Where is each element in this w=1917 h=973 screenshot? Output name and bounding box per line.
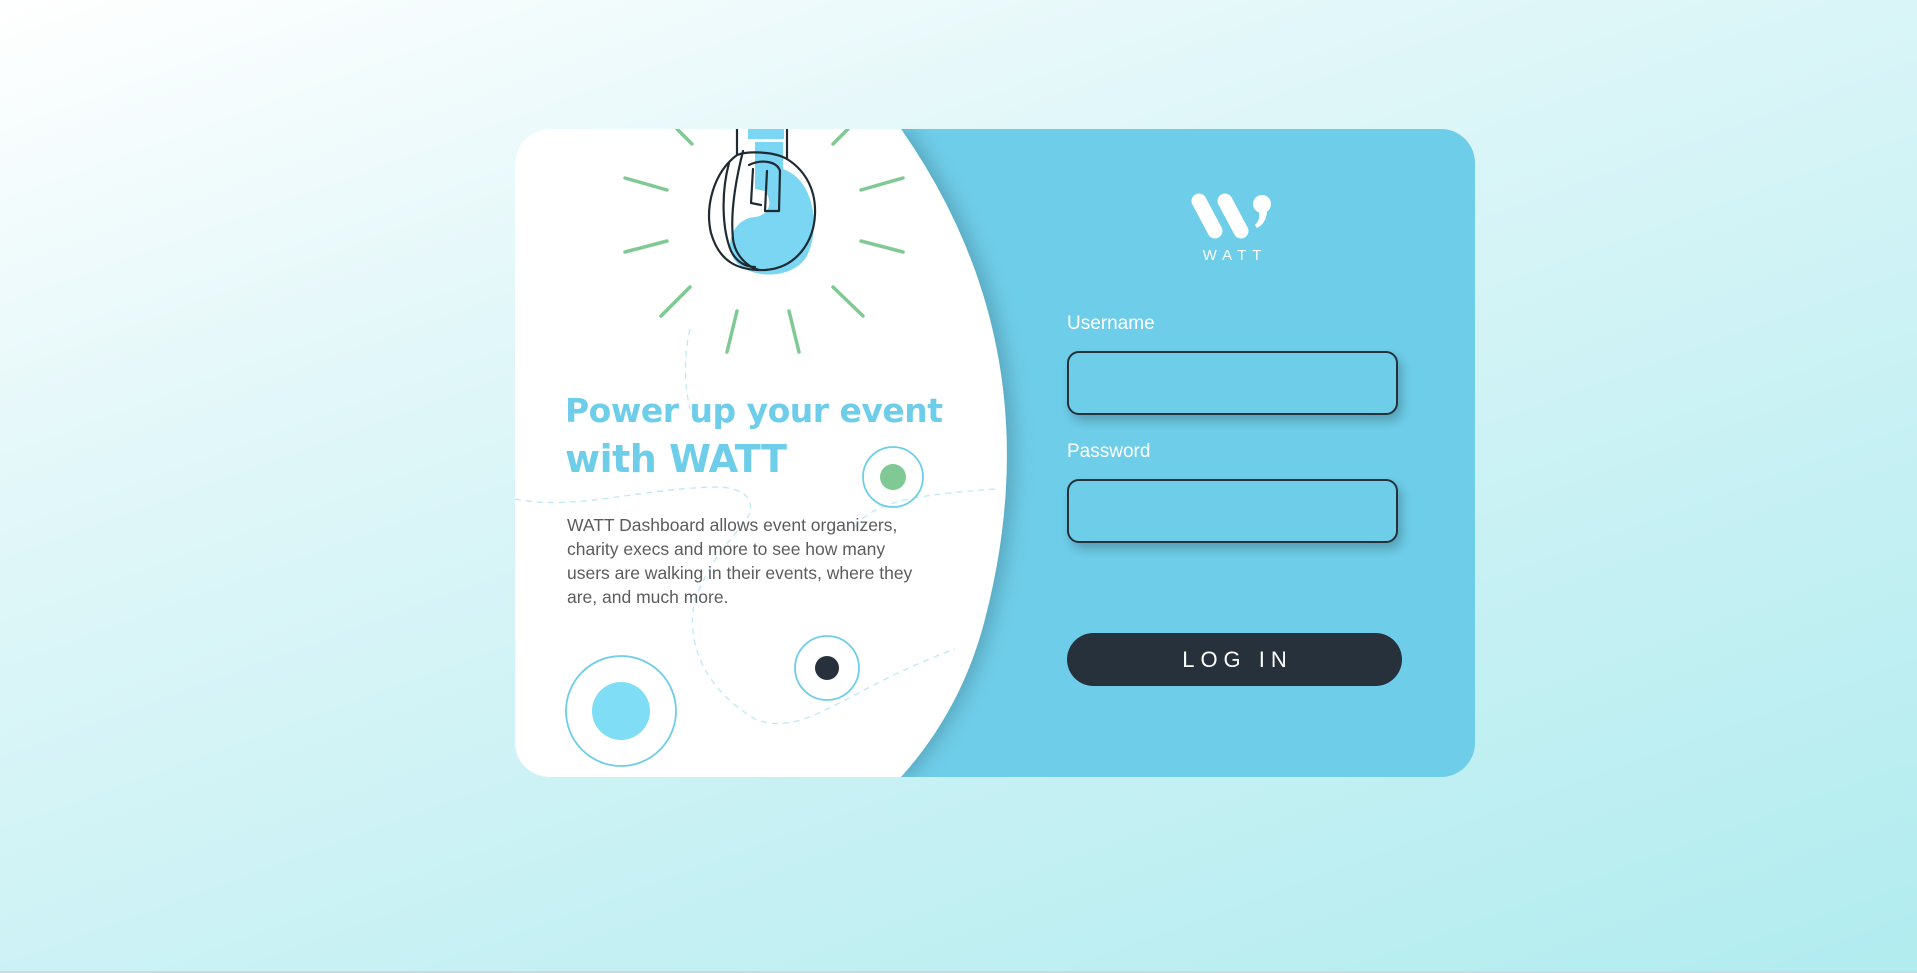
hero-headline-prefix: with bbox=[565, 437, 670, 481]
logo-text: WATT bbox=[1202, 247, 1268, 264]
login-button[interactable]: LOG IN bbox=[1067, 633, 1402, 686]
watt-logo-icon bbox=[1191, 193, 1271, 239]
hero-description: WATT Dashboard allows event organizers, … bbox=[567, 515, 913, 607]
watt-logo: WATT bbox=[1187, 191, 1277, 269]
hero-headline-brand: WATT bbox=[669, 437, 787, 481]
login-card: Power up your event with WATT WATT Dashb… bbox=[515, 129, 1475, 777]
hero-headline: Power up your event with WATT bbox=[565, 387, 965, 483]
username-label: Username bbox=[1067, 313, 1155, 334]
password-input[interactable] bbox=[1067, 479, 1398, 543]
password-label: Password bbox=[1067, 441, 1151, 462]
hero-headline-line1: Power up your event bbox=[565, 391, 943, 430]
hero-headline-line2: with WATT bbox=[565, 435, 965, 483]
username-input[interactable] bbox=[1067, 351, 1398, 415]
